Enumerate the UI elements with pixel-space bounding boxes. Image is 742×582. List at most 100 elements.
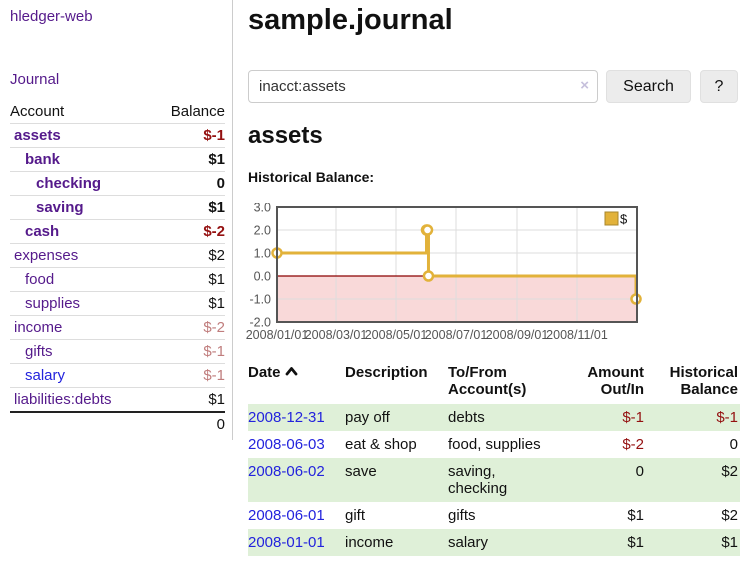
register-header-date[interactable]: Date xyxy=(248,362,345,404)
account-balance: $1 xyxy=(150,148,225,172)
register-amount: $1 xyxy=(553,529,654,556)
account-link[interactable]: liabilities:debts xyxy=(14,391,112,408)
register-balance: $-1 xyxy=(654,404,740,431)
svg-text:1.0: 1.0 xyxy=(254,247,271,261)
register-header-balance: Historical Balance xyxy=(654,362,740,404)
svg-text:2008/03/01: 2008/03/01 xyxy=(305,328,368,342)
svg-text:3.0: 3.0 xyxy=(254,203,271,215)
date-link[interactable]: 2008-06-01 xyxy=(248,507,325,524)
account-link[interactable]: assets xyxy=(14,127,61,144)
account-link[interactable]: checking xyxy=(36,175,101,192)
account-row: bank $1 xyxy=(10,148,225,172)
account-link[interactable]: income xyxy=(14,319,62,336)
register-row: 2008-06-02 savesaving, checking0$2 xyxy=(248,458,740,502)
register-amount: $-2 xyxy=(553,431,654,458)
accounts-total-value: 0 xyxy=(150,412,225,436)
register-description: pay off xyxy=(345,404,448,431)
svg-text:2008/01/01: 2008/01/01 xyxy=(246,328,309,342)
sort-up-icon xyxy=(285,366,298,376)
register-row: 2008-06-01 giftgifts$1$2 xyxy=(248,502,740,529)
register-header-accounts: To/From Account(s) xyxy=(448,362,553,404)
account-row: assets $-1 xyxy=(10,124,225,148)
account-link[interactable]: cash xyxy=(25,223,59,240)
account-row: saving $1 xyxy=(10,196,225,220)
register-amount: 0 xyxy=(553,458,654,502)
accounts-total-row: 0 xyxy=(10,412,225,436)
account-row: gifts $-1 xyxy=(10,340,225,364)
accounts-header-row: Account Balance xyxy=(10,100,225,124)
register-description: eat & shop xyxy=(345,431,448,458)
accounts-header-account: Account xyxy=(10,100,150,124)
account-balance: $1 xyxy=(150,268,225,292)
clear-search-icon[interactable]: × xyxy=(580,77,589,95)
register-description: income xyxy=(345,529,448,556)
register-accounts: debts xyxy=(448,404,553,431)
account-row: checking 0 xyxy=(10,172,225,196)
register-description: gift xyxy=(345,502,448,529)
sidebar: hledger-web Journal Account Balance asse… xyxy=(0,0,233,440)
register-accounts: saving, checking xyxy=(448,458,553,502)
svg-text:2.0: 2.0 xyxy=(254,224,271,238)
account-link[interactable]: expenses xyxy=(14,247,78,264)
svg-text:0.0: 0.0 xyxy=(254,270,271,284)
register-row: 2008-01-01incomesalary$1$1 xyxy=(248,529,740,556)
svg-text:2008/07/01: 2008/07/01 xyxy=(425,328,488,342)
register-balance: $2 xyxy=(654,502,740,529)
date-link[interactable]: 2008-06-02 xyxy=(248,463,325,480)
register-balance: 0 xyxy=(654,431,740,458)
account-row: cash$-2 xyxy=(10,220,225,244)
account-balance: 0 xyxy=(150,172,225,196)
account-row: liabilities:debts $1 xyxy=(10,388,225,413)
account-balance: $-1 xyxy=(150,364,225,388)
register-balance: $1 xyxy=(654,529,740,556)
register-header-row: Date Description To/From Account(s) Amou… xyxy=(248,362,740,404)
date-link[interactable]: 2008-06-03 xyxy=(248,436,325,453)
chart-title: Historical Balance: xyxy=(248,169,374,185)
account-row: expenses $2 xyxy=(10,244,225,268)
register-balance: $2 xyxy=(654,458,740,502)
svg-text:2008/11/01: 2008/11/01 xyxy=(546,328,608,342)
brand-link[interactable]: hledger-web xyxy=(10,8,93,25)
account-link[interactable]: gifts xyxy=(25,343,53,360)
account-balance: $1 xyxy=(150,388,225,413)
historical-balance-chart: 3.02.01.00.0-1.0-2.02008/01/012008/03/01… xyxy=(242,203,742,348)
search-input[interactable] xyxy=(248,70,598,103)
account-row: supplies $1 xyxy=(10,292,225,316)
account-link[interactable]: bank xyxy=(25,151,60,168)
register-amount: $1 xyxy=(553,502,654,529)
accounts-table: Account Balance assets $-1 bank $1 checking 0… xyxy=(10,100,225,436)
account-balance: $-2 xyxy=(150,316,225,340)
account-link[interactable]: saving xyxy=(36,199,84,216)
account-balance: $1 xyxy=(150,292,225,316)
register-table: Date Description To/From Account(s) Amou… xyxy=(248,362,740,556)
date-link[interactable]: 2008-01-01 xyxy=(248,534,325,551)
register-accounts: gifts xyxy=(448,502,553,529)
svg-text:$: $ xyxy=(620,212,628,227)
account-balance: $-1 xyxy=(150,340,225,364)
register-amount: $-1 xyxy=(553,404,654,431)
svg-text:2008/05/01: 2008/05/01 xyxy=(365,328,428,342)
register-row: 2008-06-03eat & shopfood, supplies$-20 xyxy=(248,431,740,458)
account-row: food $1 xyxy=(10,268,225,292)
account-link[interactable]: food xyxy=(25,271,54,288)
help-button[interactable]: ? xyxy=(700,70,738,103)
search-box: × xyxy=(248,70,598,103)
account-link[interactable]: salary xyxy=(25,367,65,384)
search-button[interactable]: Search xyxy=(606,70,691,103)
svg-text:2008/09/01: 2008/09/01 xyxy=(486,328,549,342)
register-header-description: Description xyxy=(345,362,448,404)
account-row: income $-2 xyxy=(10,316,225,340)
account-balance: $-1 xyxy=(150,124,225,148)
account-row: salary $-1 xyxy=(10,364,225,388)
accounts-header-balance: Balance xyxy=(150,100,225,124)
account-title: assets xyxy=(248,122,323,150)
sidebar-item-journal[interactable]: Journal xyxy=(10,71,59,88)
account-balance: $1 xyxy=(150,196,225,220)
register-accounts: salary xyxy=(448,529,553,556)
date-link[interactable]: 2008-12-31 xyxy=(248,409,325,426)
register-description: save xyxy=(345,458,448,502)
page-title: sample.journal xyxy=(248,4,453,37)
account-link[interactable]: supplies xyxy=(25,295,80,312)
svg-text:-1.0: -1.0 xyxy=(249,293,271,307)
account-balance: $2 xyxy=(150,244,225,268)
